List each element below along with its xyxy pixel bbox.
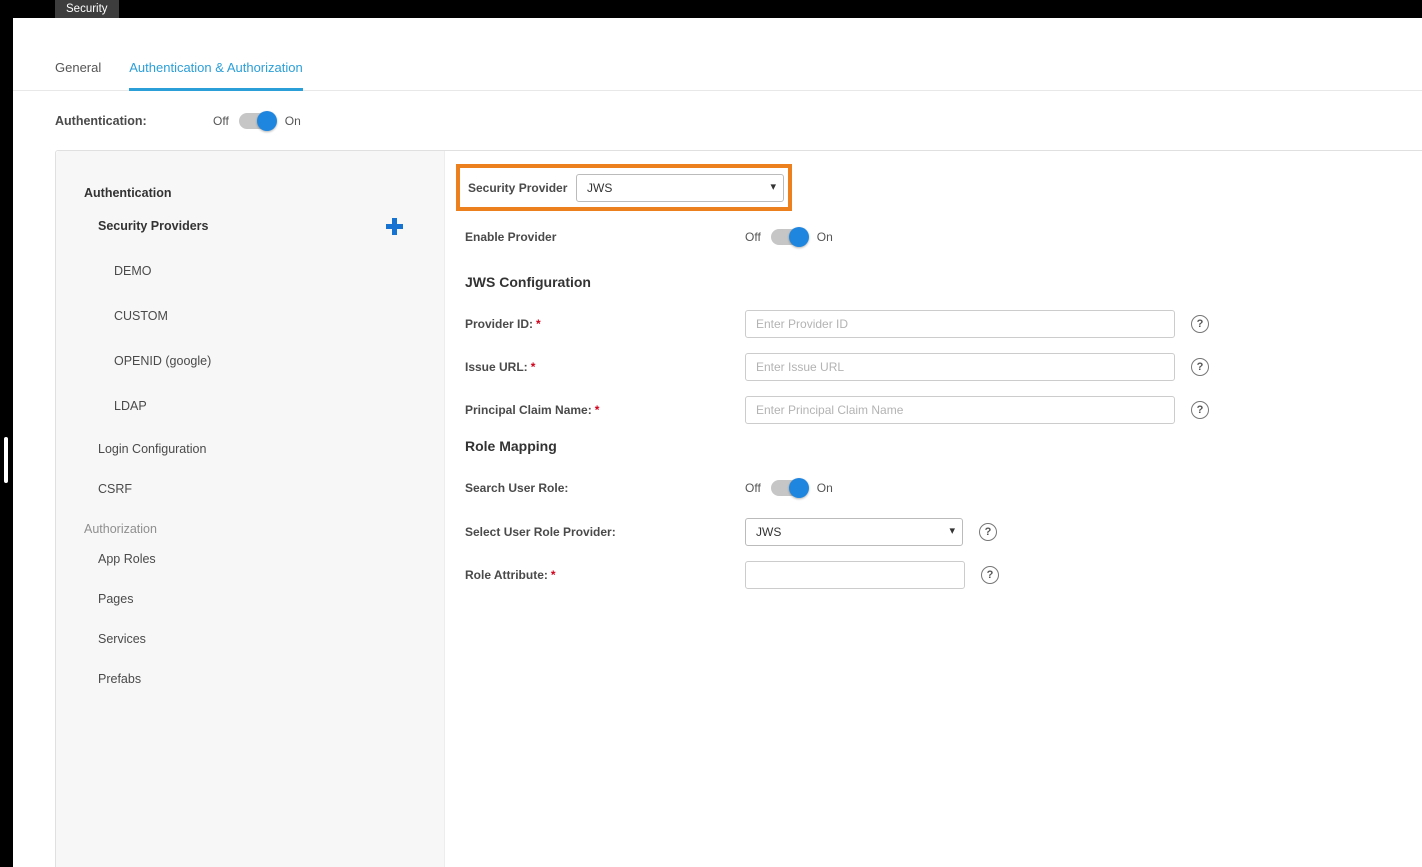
security-provider-label: Security Provider [468, 181, 568, 195]
tab-authentication-authorization[interactable]: Authentication & Authorization [129, 58, 302, 91]
toggle-knob [789, 227, 809, 247]
role-attribute-row: Role Attribute:* ? [465, 561, 1422, 589]
sidebar-item-csrf[interactable]: CSRF [98, 479, 132, 499]
toggle-off-label: Off [745, 230, 761, 244]
enable-provider-label: Enable Provider [465, 230, 745, 244]
tab-general[interactable]: General [55, 58, 101, 91]
sidebar-item-services[interactable]: Services [98, 629, 146, 649]
sidebar-item-provider-custom[interactable]: CUSTOM [114, 306, 168, 326]
select-user-role-provider-label: Select User Role Provider: [465, 525, 745, 539]
toggle-on-label: On [817, 230, 833, 244]
required-asterisk: * [536, 317, 541, 331]
role-attribute-label: Role Attribute:* [465, 568, 745, 582]
authentication-label: Authentication: [55, 114, 213, 128]
sidebar-item-app-roles[interactable]: App Roles [98, 549, 156, 569]
security-nav-sidebar: Authentication Security Providers DEMO C… [56, 151, 445, 867]
provider-id-row: Provider ID:* ? [465, 310, 1422, 338]
sidebar-item-provider-demo[interactable]: DEMO [114, 261, 152, 281]
help-icon[interactable]: ? [1191, 401, 1209, 419]
toggle-off-label: Off [213, 114, 229, 128]
left-edge-strip [0, 0, 13, 867]
provider-id-label: Provider ID:* [465, 317, 745, 331]
authentication-toggle-row: Authentication: Off On [55, 108, 301, 134]
toggle-knob [789, 478, 809, 498]
select-user-role-provider-row: Select User Role Provider: JWS ▾ ? [465, 518, 1422, 546]
sidebar-item-provider-openid[interactable]: OPENID (google) [114, 351, 211, 371]
issue-url-input[interactable] [745, 353, 1175, 381]
top-bar: Security [0, 0, 1422, 18]
drawer-handle[interactable] [4, 437, 8, 483]
help-icon[interactable]: ? [1191, 358, 1209, 376]
add-provider-plus-icon[interactable] [386, 218, 403, 235]
required-asterisk: * [595, 403, 600, 417]
principal-claim-name-input[interactable] [745, 396, 1175, 424]
provider-form-content: Security Provider JWS ▾ Enable Provider … [445, 151, 1422, 867]
principal-claim-name-row: Principal Claim Name:* ? [465, 396, 1422, 424]
help-icon[interactable]: ? [1191, 315, 1209, 333]
role-mapping-heading: Role Mapping [465, 436, 557, 456]
annotation-highlight: Security Provider JWS ▾ [456, 164, 792, 211]
help-icon[interactable]: ? [979, 523, 997, 541]
jws-configuration-heading: JWS Configuration [465, 272, 591, 292]
security-config-panel: Authentication Security Providers DEMO C… [55, 150, 1422, 867]
tab-bar: General Authentication & Authorization [55, 58, 303, 91]
issue-url-label: Issue URL:* [465, 360, 745, 374]
toggle-on-label: On [817, 481, 833, 495]
search-user-role-toggle[interactable] [771, 480, 807, 496]
security-app-tab[interactable]: Security [55, 0, 119, 18]
required-asterisk: * [551, 568, 556, 582]
issue-url-row: Issue URL:* ? [465, 353, 1422, 381]
user-role-provider-select[interactable]: JWS [745, 518, 963, 546]
provider-id-input[interactable] [745, 310, 1175, 338]
sidebar-item-pages[interactable]: Pages [98, 589, 133, 609]
sidebar-header-authorization: Authorization [84, 519, 157, 539]
toggle-on-label: On [285, 114, 301, 128]
help-icon[interactable]: ? [981, 566, 999, 584]
required-asterisk: * [531, 360, 536, 374]
sidebar-item-security-providers[interactable]: Security Providers [98, 216, 208, 236]
principal-claim-name-label: Principal Claim Name:* [465, 403, 745, 417]
sidebar-header-authentication: Authentication [84, 183, 172, 203]
security-provider-select[interactable]: JWS [576, 174, 784, 202]
search-user-role-label: Search User Role: [465, 481, 745, 495]
authentication-toggle[interactable] [239, 113, 275, 129]
search-user-role-row: Search User Role: Off On [465, 474, 1422, 502]
toggle-off-label: Off [745, 481, 761, 495]
sidebar-item-login-configuration[interactable]: Login Configuration [98, 439, 206, 459]
sidebar-item-provider-ldap[interactable]: LDAP [114, 396, 147, 416]
role-attribute-input[interactable] [745, 561, 965, 589]
sidebar-item-prefabs[interactable]: Prefabs [98, 669, 141, 689]
toggle-knob [257, 111, 277, 131]
enable-provider-row: Enable Provider Off On [465, 223, 1422, 251]
enable-provider-toggle[interactable] [771, 229, 807, 245]
